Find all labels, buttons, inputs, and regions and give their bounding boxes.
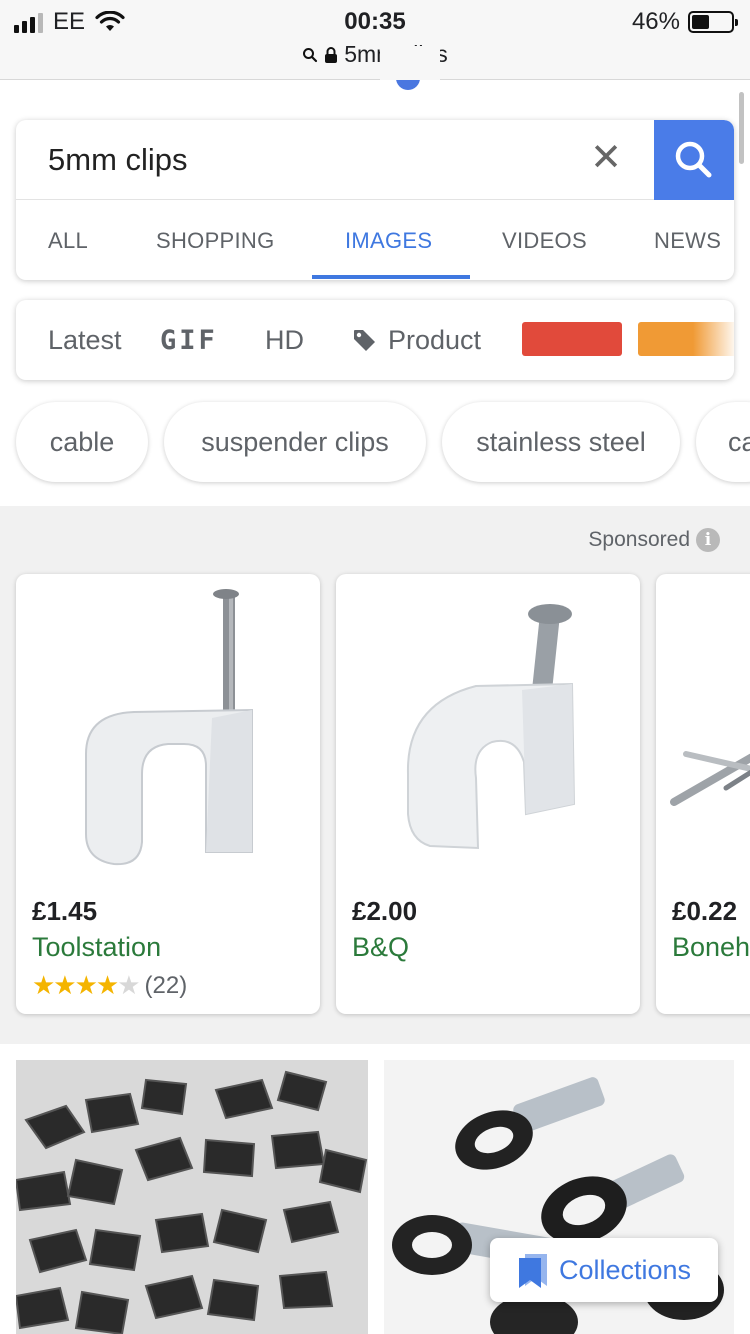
- product-card[interactable]: £2.00 B&Q: [336, 574, 640, 1014]
- lock-icon: [325, 46, 338, 63]
- product-merchant[interactable]: Toolstation: [32, 932, 161, 963]
- image-result[interactable]: [16, 1060, 368, 1334]
- product-card[interactable]: £0.22 Boneh: [656, 574, 750, 1014]
- tab-videos[interactable]: VIDEOS: [502, 228, 587, 254]
- sponsored-text: Sponsored: [588, 528, 690, 551]
- scrollbar[interactable]: [739, 92, 744, 164]
- tab-news[interactable]: NEWS: [654, 228, 734, 254]
- search-input[interactable]: 5mm clips: [48, 142, 188, 178]
- filter-bar: Latest GIF HD Product: [16, 300, 734, 380]
- collections-button[interactable]: Collections: [490, 1238, 718, 1302]
- search-button[interactable]: [654, 120, 734, 200]
- black-clips-photo: [16, 1060, 368, 1334]
- search-row: 5mm clips ✕: [16, 120, 734, 200]
- page: EE 00:35 46% 5mm clips: [0, 0, 750, 1334]
- tag-icon: [354, 329, 375, 351]
- collections-label: Collections: [558, 1254, 692, 1285]
- status-bar: EE 00:35 46% 5mm clips: [0, 0, 750, 80]
- product-price: £0.22: [672, 896, 738, 926]
- bookmark-icon: [518, 1254, 547, 1288]
- search-icon: [303, 47, 318, 62]
- tab-shopping[interactable]: SHOPPING: [156, 228, 275, 254]
- product-price: £1.45: [32, 896, 98, 926]
- search-card: 5mm clips ✕ ALL SHOPPING IMAGES VIDEOS N…: [16, 120, 734, 280]
- filter-product[interactable]: Product: [352, 325, 481, 356]
- chip-cable[interactable]: cable: [16, 402, 148, 482]
- cable-clip-image: [406, 604, 576, 850]
- product-merchant[interactable]: B&Q: [352, 932, 409, 963]
- clear-icon[interactable]: ✕: [588, 138, 624, 178]
- chip-partial[interactable]: ca: [696, 402, 750, 482]
- filter-product-label: Product: [388, 325, 482, 355]
- chip-suspender-clips[interactable]: suspender clips: [164, 402, 426, 482]
- active-tab-indicator: [312, 275, 470, 279]
- color-filter-red[interactable]: [522, 322, 622, 356]
- filter-hd[interactable]: HD: [265, 325, 304, 356]
- cable-clip-image: [85, 589, 253, 866]
- battery-icon: [688, 11, 738, 33]
- rating-count: (22): [144, 971, 188, 999]
- battery-percent: 46%: [631, 8, 680, 35]
- info-icon[interactable]: i: [696, 528, 720, 552]
- color-filter-orange[interactable]: [638, 322, 734, 356]
- tab-images[interactable]: IMAGES: [345, 228, 432, 254]
- metal-clip-image: [670, 751, 750, 806]
- sponsored-label[interactable]: Sponsored i: [588, 528, 720, 552]
- address-bar[interactable]: 5mm clips: [0, 41, 750, 68]
- product-merchant[interactable]: Boneh: [672, 932, 750, 963]
- search-icon: [675, 141, 712, 178]
- search-tabs: ALL SHOPPING IMAGES VIDEOS NEWS: [16, 200, 734, 280]
- status-right: 46%: [631, 8, 738, 36]
- product-price: £2.00: [352, 896, 418, 926]
- tab-all[interactable]: ALL: [48, 228, 88, 254]
- chip-stainless-steel[interactable]: stainless steel: [442, 402, 680, 482]
- star-rating: ★★★★★: [32, 970, 141, 1000]
- product-rating: ★★★★★ (22): [32, 970, 187, 1001]
- filter-gif[interactable]: GIF: [160, 325, 218, 356]
- product-card[interactable]: £1.45 Toolstation ★★★★★ (22): [16, 574, 320, 1014]
- filter-latest[interactable]: Latest: [48, 325, 122, 356]
